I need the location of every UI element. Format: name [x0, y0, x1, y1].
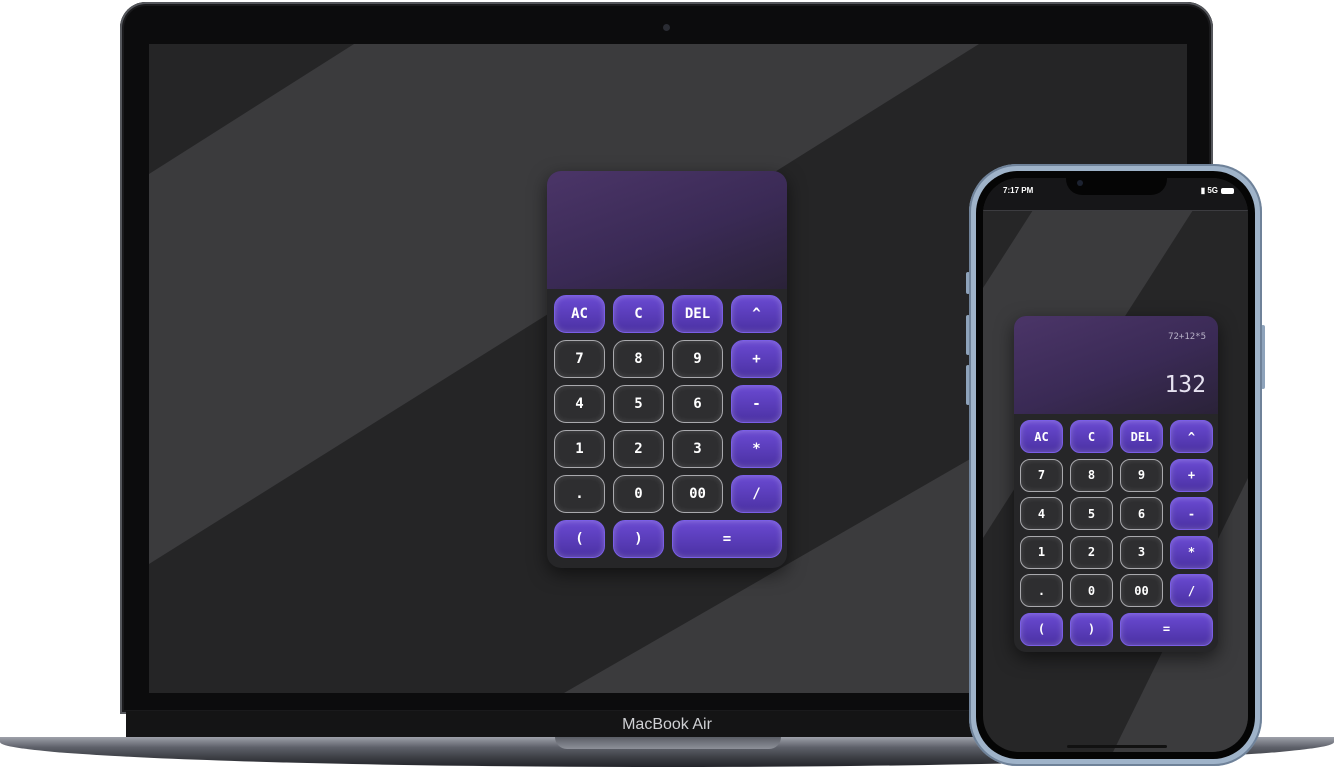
digit-9-button[interactable]: 9 — [672, 340, 723, 378]
close-paren-button[interactable]: ) — [1070, 612, 1113, 646]
digit-6-button[interactable]: 6 — [1120, 497, 1163, 530]
digit-8-button[interactable]: 8 — [613, 340, 664, 378]
equals-button[interactable]: = — [672, 520, 782, 558]
calculator-display: 72+12*5 132 — [1014, 316, 1218, 414]
minus-button[interactable]: - — [1170, 497, 1213, 530]
digit-2-button[interactable]: 2 — [1070, 535, 1113, 569]
open-paren-button[interactable]: ( — [554, 520, 605, 558]
digit-5-button[interactable]: 5 — [1070, 497, 1113, 530]
close-paren-button[interactable]: ) — [613, 520, 664, 558]
home-indicator — [1067, 745, 1167, 748]
digit-7-button[interactable]: 7 — [1020, 458, 1063, 492]
multiply-button[interactable]: * — [731, 430, 782, 468]
delete-button[interactable]: DEL — [672, 295, 723, 333]
digit-7-button[interactable]: 7 — [554, 340, 605, 378]
signal-indicator: ▮ 5G — [1201, 186, 1218, 195]
delete-button[interactable]: DEL — [1120, 420, 1163, 453]
clear-all-button[interactable]: AC — [1020, 420, 1063, 453]
digit-4-button[interactable]: 4 — [554, 385, 605, 423]
battery-icon — [1221, 188, 1234, 194]
divide-button[interactable]: / — [1170, 574, 1213, 607]
digit-8-button[interactable]: 8 — [1070, 458, 1113, 492]
network-type: 5G — [1207, 186, 1218, 195]
minus-button[interactable]: - — [731, 385, 782, 423]
plus-button[interactable]: + — [1170, 458, 1213, 492]
power-button[interactable]: ^ — [731, 295, 782, 333]
digit-0-button[interactable]: 0 — [613, 475, 664, 513]
equals-button[interactable]: = — [1120, 612, 1213, 646]
digit-2-button[interactable]: 2 — [613, 430, 664, 468]
result-text: 132 — [1164, 372, 1206, 398]
double-zero-button[interactable]: 00 — [672, 475, 723, 513]
divide-button[interactable]: / — [731, 475, 782, 513]
digit-9-button[interactable]: 9 — [1120, 458, 1163, 492]
phone-screen: 7:17 PM ▮ 5G 72+12*5 132 AC C DEL ^ 7 8 9 +4 5 6-… — [983, 178, 1248, 752]
digit-1-button[interactable]: 1 — [554, 430, 605, 468]
digit-6-button[interactable]: 6 — [672, 385, 723, 423]
digit-4-button[interactable]: 4 — [1020, 497, 1063, 530]
digit-5-button[interactable]: 5 — [613, 385, 664, 423]
signal-bars-icon: ▮ — [1200, 186, 1206, 195]
power-button[interactable]: ^ — [1170, 420, 1213, 453]
open-paren-button[interactable]: ( — [1020, 612, 1063, 646]
webcam-icon — [663, 24, 670, 31]
plus-button[interactable]: + — [731, 340, 782, 378]
digit-0-button[interactable]: 0 — [1070, 574, 1113, 607]
decimal-button[interactable]: . — [554, 475, 605, 513]
decimal-button[interactable]: . — [1020, 574, 1063, 607]
front-camera-icon — [1077, 180, 1083, 186]
digit-3-button[interactable]: 3 — [672, 430, 723, 468]
clear-button[interactable]: C — [1070, 420, 1113, 453]
expression-text: 72+12*5 — [1168, 332, 1206, 342]
laptop-hinge-notch — [555, 737, 781, 749]
calculator-desktop: AC C DEL ^ 7 8 9 +4 5 6-1 2 3 *. 0 00/() = — [547, 171, 787, 568]
double-zero-button[interactable]: 00 — [1120, 574, 1163, 607]
clear-button[interactable]: C — [613, 295, 664, 333]
digit-1-button[interactable]: 1 — [1020, 535, 1063, 569]
status-time: 7:17 PM — [1003, 186, 1034, 195]
clear-all-button[interactable]: AC — [554, 295, 605, 333]
calculator-display — [547, 171, 787, 289]
calculator-mobile: 72+12*5 132 AC C DEL ^ 7 8 9 +4 5 6-1 2 3 *. 0 00/() = — [1014, 316, 1218, 652]
digit-3-button[interactable]: 3 — [1120, 535, 1163, 569]
multiply-button[interactable]: * — [1170, 535, 1213, 569]
